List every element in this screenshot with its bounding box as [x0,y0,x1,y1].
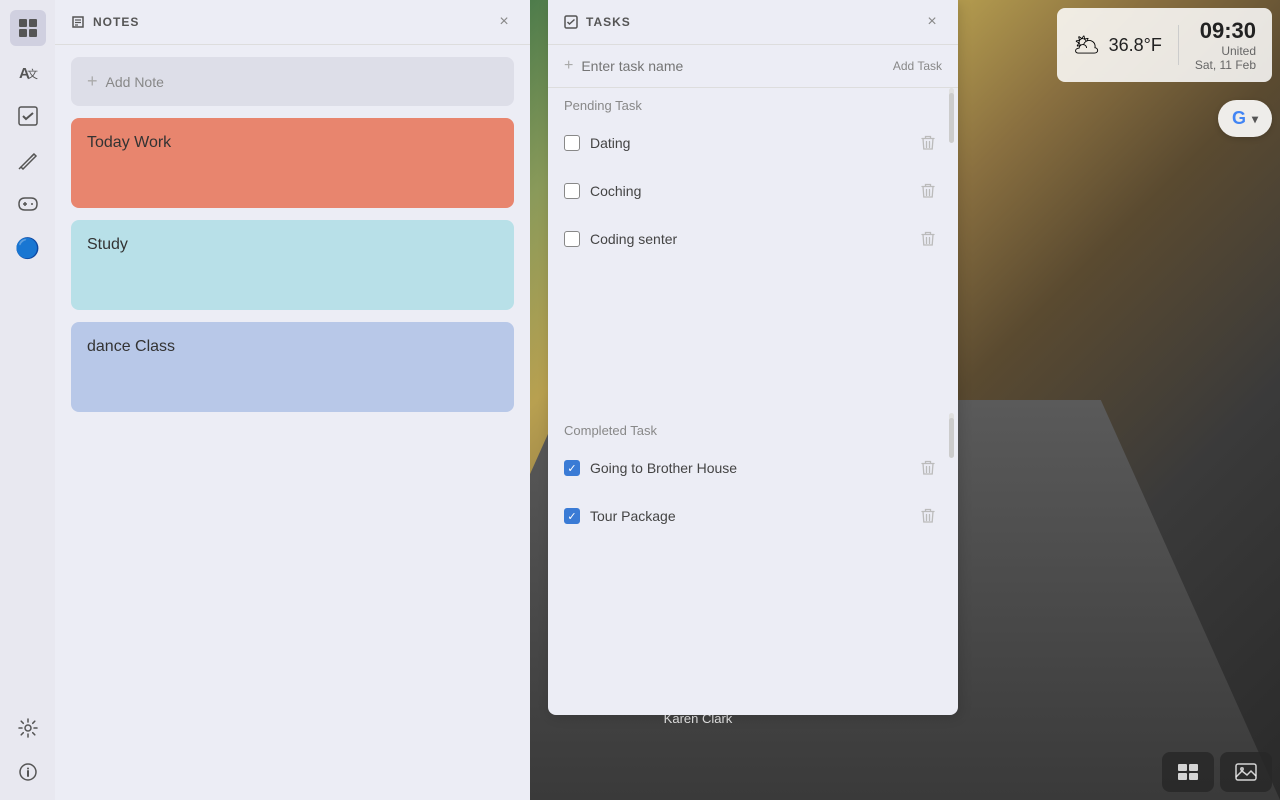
task-item-4: Going to Brother House [556,444,950,492]
weather-time: 09:30 [1195,18,1256,44]
task-delete-1[interactable] [914,129,942,157]
weather-right: 09:30 United Sat, 11 Feb [1195,18,1256,72]
task-label-3: Coding senter [590,231,904,247]
notes-panel-title: NOTES [93,15,139,29]
pending-scrolltrack [949,88,954,119]
task-checkbox-3[interactable] [564,231,580,247]
task-checkbox-4[interactable] [564,460,580,476]
notes-panel: NOTES × + Add Note Today Work Study danc… [55,0,530,800]
completed-scrolltrack [949,413,954,444]
completed-scrollthumb [949,418,954,458]
task-label-2: Coching [590,183,904,199]
add-note-plus-icon: + [87,71,98,92]
pending-scrollthumb [949,93,954,143]
task-name-input[interactable] [581,58,885,74]
task-delete-5[interactable] [914,502,942,530]
note-title-2: Study [87,236,128,254]
weather-cloud-icon: 🌥 [1073,32,1101,58]
bottom-bar [1162,752,1272,792]
weather-date: Sat, 11 Feb [1195,58,1256,72]
google-button[interactable]: G ▾ [1218,100,1272,137]
note-title-3: dance Class [87,338,175,356]
task-delete-3[interactable] [914,225,942,253]
weather-location: United [1195,44,1256,58]
notes-header: NOTES × [55,0,530,45]
pending-section-label: Pending Task [548,88,958,119]
pending-tasks-list: Dating Coching Coding senter [548,119,958,263]
add-note-label: Add Note [106,74,164,90]
task-checkbox-5[interactable] [564,508,580,524]
edit-icon[interactable] [10,142,46,178]
tasks-title: TASKS [564,15,631,29]
task-item-2: Coching [556,167,950,215]
grid-icon[interactable] [10,10,46,46]
weather-left: 🌥 36.8°F [1073,32,1162,58]
google-chevron-icon: ▾ [1252,112,1258,126]
add-task-button[interactable]: Add Task [893,59,942,73]
sidebar-bottom [10,710,46,790]
task-item-1: Dating [556,119,950,167]
task-checkbox-2[interactable] [564,183,580,199]
weather-divider [1178,25,1179,65]
sidebar: A 文 🔵 [0,0,55,800]
task-item-3: Coding senter [556,215,950,263]
weather-widget: 🌥 36.8°F 09:30 United Sat, 11 Feb [1057,8,1272,82]
notes-title: NOTES [71,15,139,29]
task-input-row[interactable]: + Add Task [548,45,958,88]
task-checkbox-1[interactable] [564,135,580,151]
image-button[interactable] [1220,752,1272,792]
task-delete-2[interactable] [914,177,942,205]
pending-empty-space [548,263,958,413]
tasks-panel-title: TASKS [586,15,631,29]
task-add-plus-icon: + [564,57,573,75]
translate-icon[interactable]: A 文 [10,54,46,90]
note-card-1[interactable]: Today Work [71,118,514,208]
cards-button[interactable] [1162,752,1214,792]
task-label-5: Tour Package [590,508,904,524]
completed-section-label: Completed Task [548,413,958,444]
settings-icon[interactable] [10,710,46,746]
gamepad-icon[interactable] [10,186,46,222]
notes-close-button[interactable]: × [494,12,514,32]
note-card-3[interactable]: dance Class [71,322,514,412]
note-title-1: Today Work [87,134,171,152]
note-card-2[interactable]: Study [71,220,514,310]
tasks-header: TASKS × [548,0,958,45]
weather-temperature: 36.8°F [1109,35,1162,56]
notes-list: Today Work Study dance Class [55,118,530,412]
tasks-panel: TASKS × + Add Task Pending Task Dating C… [548,0,958,715]
google-g-label: G [1232,108,1246,129]
tasks-icon[interactable] [10,98,46,134]
add-note-button[interactable]: + Add Note [71,57,514,106]
task-delete-4[interactable] [914,454,942,482]
task-label-1: Dating [590,135,904,151]
tasks-close-button[interactable]: × [922,12,942,32]
chrome-icon[interactable]: 🔵 [10,230,46,266]
info-icon[interactable] [10,754,46,790]
completed-tasks-list: Going to Brother House Tour Package [548,444,958,540]
task-label-4: Going to Brother House [590,460,904,476]
task-item-5: Tour Package [556,492,950,540]
svg-text:文: 文 [27,67,38,81]
